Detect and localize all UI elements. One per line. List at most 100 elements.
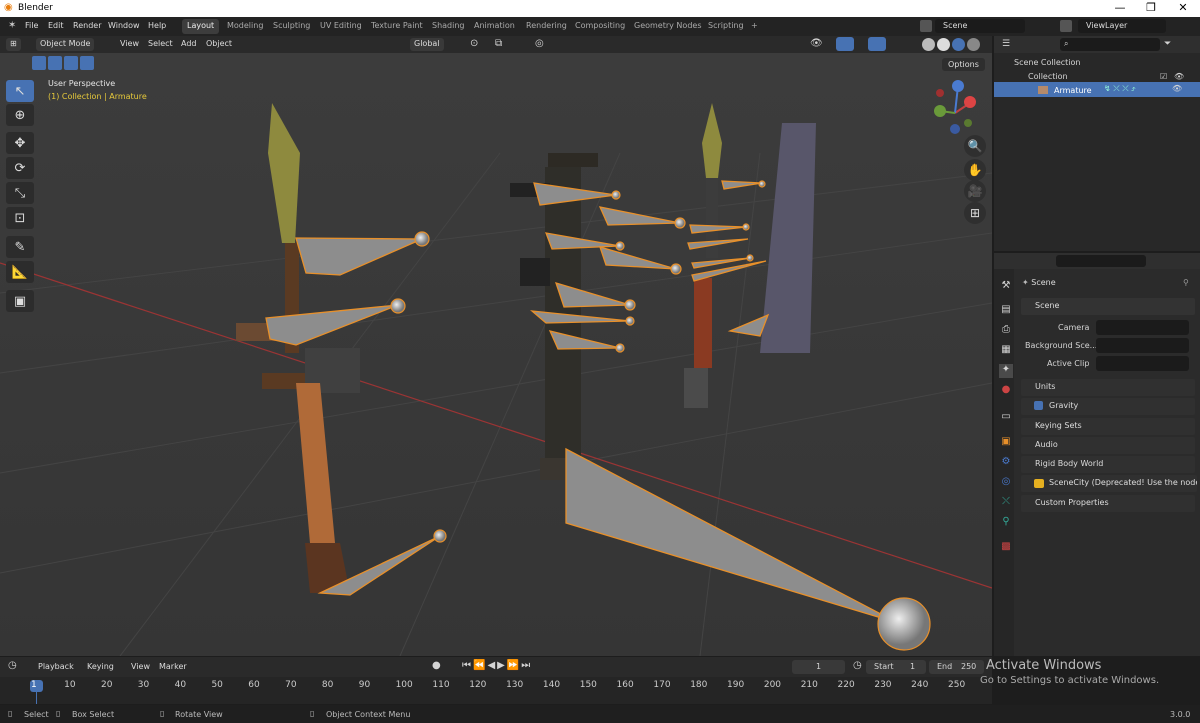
constraint-tab-icon[interactable]: ⤬ [999,496,1013,510]
record-icon[interactable]: ● [432,660,441,671]
timeline-menu-keying[interactable]: Keying [87,662,114,671]
tab-layout[interactable]: Layout [182,19,220,34]
minimize-button[interactable]: — [1105,1,1135,14]
scene-selector[interactable]: Scene [935,19,1025,33]
tab-rendering[interactable]: Rendering [521,19,572,34]
active-clip-field[interactable] [1096,356,1189,371]
timeline-menu-marker[interactable]: Marker [159,662,187,671]
panel-scene[interactable]: Scene [1021,298,1195,315]
shading-wireframe-button[interactable] [967,38,980,51]
object-tab-icon[interactable]: ▣ [999,436,1013,450]
viewport-menu-object[interactable]: Object [206,39,232,48]
panel-units[interactable]: Units [1021,379,1195,396]
outliner-search-input[interactable]: ⌕ [1060,38,1160,51]
transform-orientation-dropdown[interactable]: Global [410,38,444,51]
overlay-toggle-button[interactable] [868,37,886,51]
modifier-tab-icon[interactable]: ⚙ [999,456,1013,470]
3d-viewport[interactable]: User Perspective (1) Collection | Armatu… [0,53,992,656]
snap-icon[interactable]: ⧉ [495,38,502,49]
camera-view-icon[interactable]: 🎥 [964,180,986,202]
world-tab-icon[interactable]: ● [999,384,1013,398]
render-tab-icon[interactable]: ▤ [999,304,1013,318]
filter-icon[interactable]: ⏷ [1164,39,1171,49]
texture-tab-icon[interactable]: ▩ [999,541,1013,555]
pivot-icon[interactable]: ⊙ [470,38,478,49]
measure-tool-icon[interactable]: 📐 [6,261,34,283]
timeline-editor-icon[interactable]: ◷ [8,660,17,671]
scale-tool-icon[interactable]: ⤡ [6,182,34,204]
outliner-item-scene-collection[interactable]: Scene Collection [1014,58,1081,67]
camera-field[interactable] [1096,320,1189,335]
tab-texture-paint[interactable]: Texture Paint [366,19,428,34]
playback-controls-icon[interactable]: ⏮⏪◀▶⏩⏭ [462,660,532,671]
background-scene-field[interactable] [1096,338,1189,353]
tab-sculpting[interactable]: Sculpting [268,19,315,34]
ortho-grid-icon[interactable]: ⊞ [964,202,986,224]
panel-custom-properties[interactable]: Custom Properties [1021,495,1195,512]
panel-audio[interactable]: Audio [1021,437,1195,454]
outliner-item-armature[interactable]: Armature ↯ ⤬ ⤬ ⤴ 👁 [994,82,1200,97]
output-tab-icon[interactable]: ⎙ [999,324,1013,338]
collection-tab-icon[interactable]: ▭ [999,411,1013,425]
tab-geometry-nodes[interactable]: Geometry Nodes [629,19,706,34]
viewport-menu-select[interactable]: Select [148,39,173,48]
rotate-tool-icon[interactable]: ⟳ [6,157,34,179]
panel-scenecity[interactable]: SceneCity (Deprecated! Use the nodes in [1021,475,1197,492]
timeline-menu-view[interactable]: View [131,662,150,671]
shading-material-button[interactable] [937,38,950,51]
end-frame-field[interactable]: End 250 [929,660,984,674]
tab-shading[interactable]: Shading [427,19,470,34]
select-box-tool-icon[interactable]: ↖ [6,80,34,102]
close-button[interactable]: ✕ [1168,1,1198,14]
menu-help[interactable]: Help [148,21,166,30]
start-frame-field[interactable]: Start 1 [866,660,926,674]
move-tool-icon[interactable]: ✥ [6,132,34,154]
menu-window[interactable]: Window [108,21,140,30]
visibility-icon[interactable]: 👁 [810,38,823,49]
viewport-menu-add[interactable]: Add [181,39,197,48]
panel-rigid-body-world[interactable]: Rigid Body World [1021,456,1195,473]
tab-compositing[interactable]: Compositing [570,19,630,34]
tab-uv-editing[interactable]: UV Editing [315,19,367,34]
shading-rendered-button[interactable] [952,38,965,51]
transform-tool-icon[interactable]: ⊡ [6,207,34,229]
properties-search-input[interactable] [1056,255,1146,267]
viewlayer-selector[interactable]: ViewLayer [1078,19,1166,33]
add-cube-tool-icon[interactable]: ▣ [6,290,34,312]
pin-icon[interactable]: ⚲ [1183,278,1189,287]
cursor-tool-icon[interactable]: ⊕ [6,104,34,126]
pan-hand-icon[interactable]: ✋ [964,159,986,181]
blender-menu-icon[interactable]: ✶ [8,20,16,31]
panel-gravity[interactable]: Gravity [1021,398,1195,415]
maximize-button[interactable]: ❐ [1136,1,1166,14]
collection-eye-icon[interactable]: 👁 [1174,72,1184,81]
panel-keying-sets[interactable]: Keying Sets [1021,418,1195,435]
outliner-editor-icon[interactable]: ☰ [1002,39,1010,49]
outliner-item-collection[interactable]: Collection [1028,72,1068,81]
collection-checkbox-icon[interactable]: ☑ [1160,72,1167,81]
annotate-tool-icon[interactable]: ✎ [6,236,34,258]
proportional-edit-icon[interactable]: ◎ [535,38,544,49]
menu-render[interactable]: Render [73,21,101,30]
menu-edit[interactable]: Edit [48,21,64,30]
menu-file[interactable]: File [25,21,38,30]
add-workspace-button[interactable]: + [746,19,763,34]
current-frame-field[interactable]: 1 [792,660,845,674]
viewport-menu-view[interactable]: View [120,39,139,48]
viewlayer-tab-icon[interactable]: ▦ [999,344,1013,358]
tab-animation[interactable]: Animation [469,19,520,34]
viewport-options-button[interactable]: Options [942,58,985,71]
zoom-icon[interactable]: 🔍 [964,135,986,157]
gizmo-toggle-button[interactable] [836,37,854,51]
mode-dropdown[interactable]: Object Mode [36,38,95,51]
data-tab-icon[interactable]: ⚲ [999,516,1013,530]
physics-tab-icon[interactable]: ◎ [999,476,1013,490]
shading-solid-button[interactable] [922,38,935,51]
editor-type-icon[interactable]: ⊞ [6,38,21,51]
tool-tab-icon[interactable]: ⚒ [999,280,1013,294]
scene-tab-icon[interactable]: ✦ [999,364,1013,378]
tab-scripting[interactable]: Scripting [703,19,749,34]
gravity-checkbox[interactable] [1034,401,1043,410]
select-mode-buttons[interactable] [32,56,102,70]
armature-eye-icon[interactable]: 👁 [1172,84,1182,93]
